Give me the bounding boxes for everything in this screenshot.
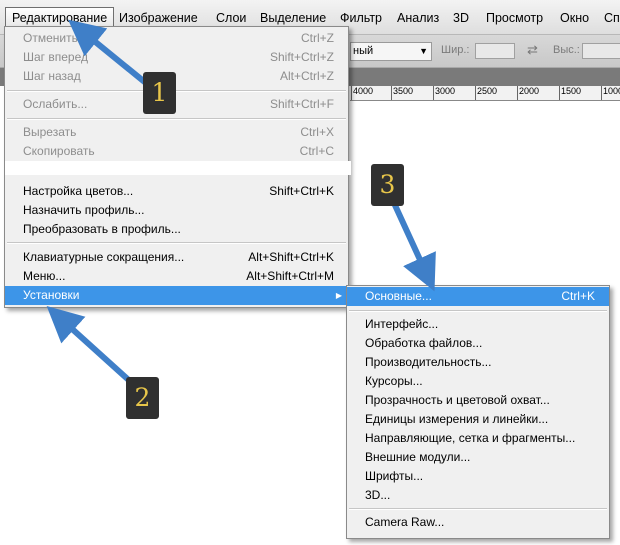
- annotation-arrows: [46, 19, 436, 386]
- arrow-2: [46, 305, 135, 386]
- arrow-1: [68, 19, 155, 91]
- annotation-badge-1: 1: [143, 72, 176, 114]
- annotation-badge-2: 2: [126, 377, 159, 419]
- annotation-badge-3: 3: [371, 164, 404, 206]
- arrow-3: [391, 200, 436, 292]
